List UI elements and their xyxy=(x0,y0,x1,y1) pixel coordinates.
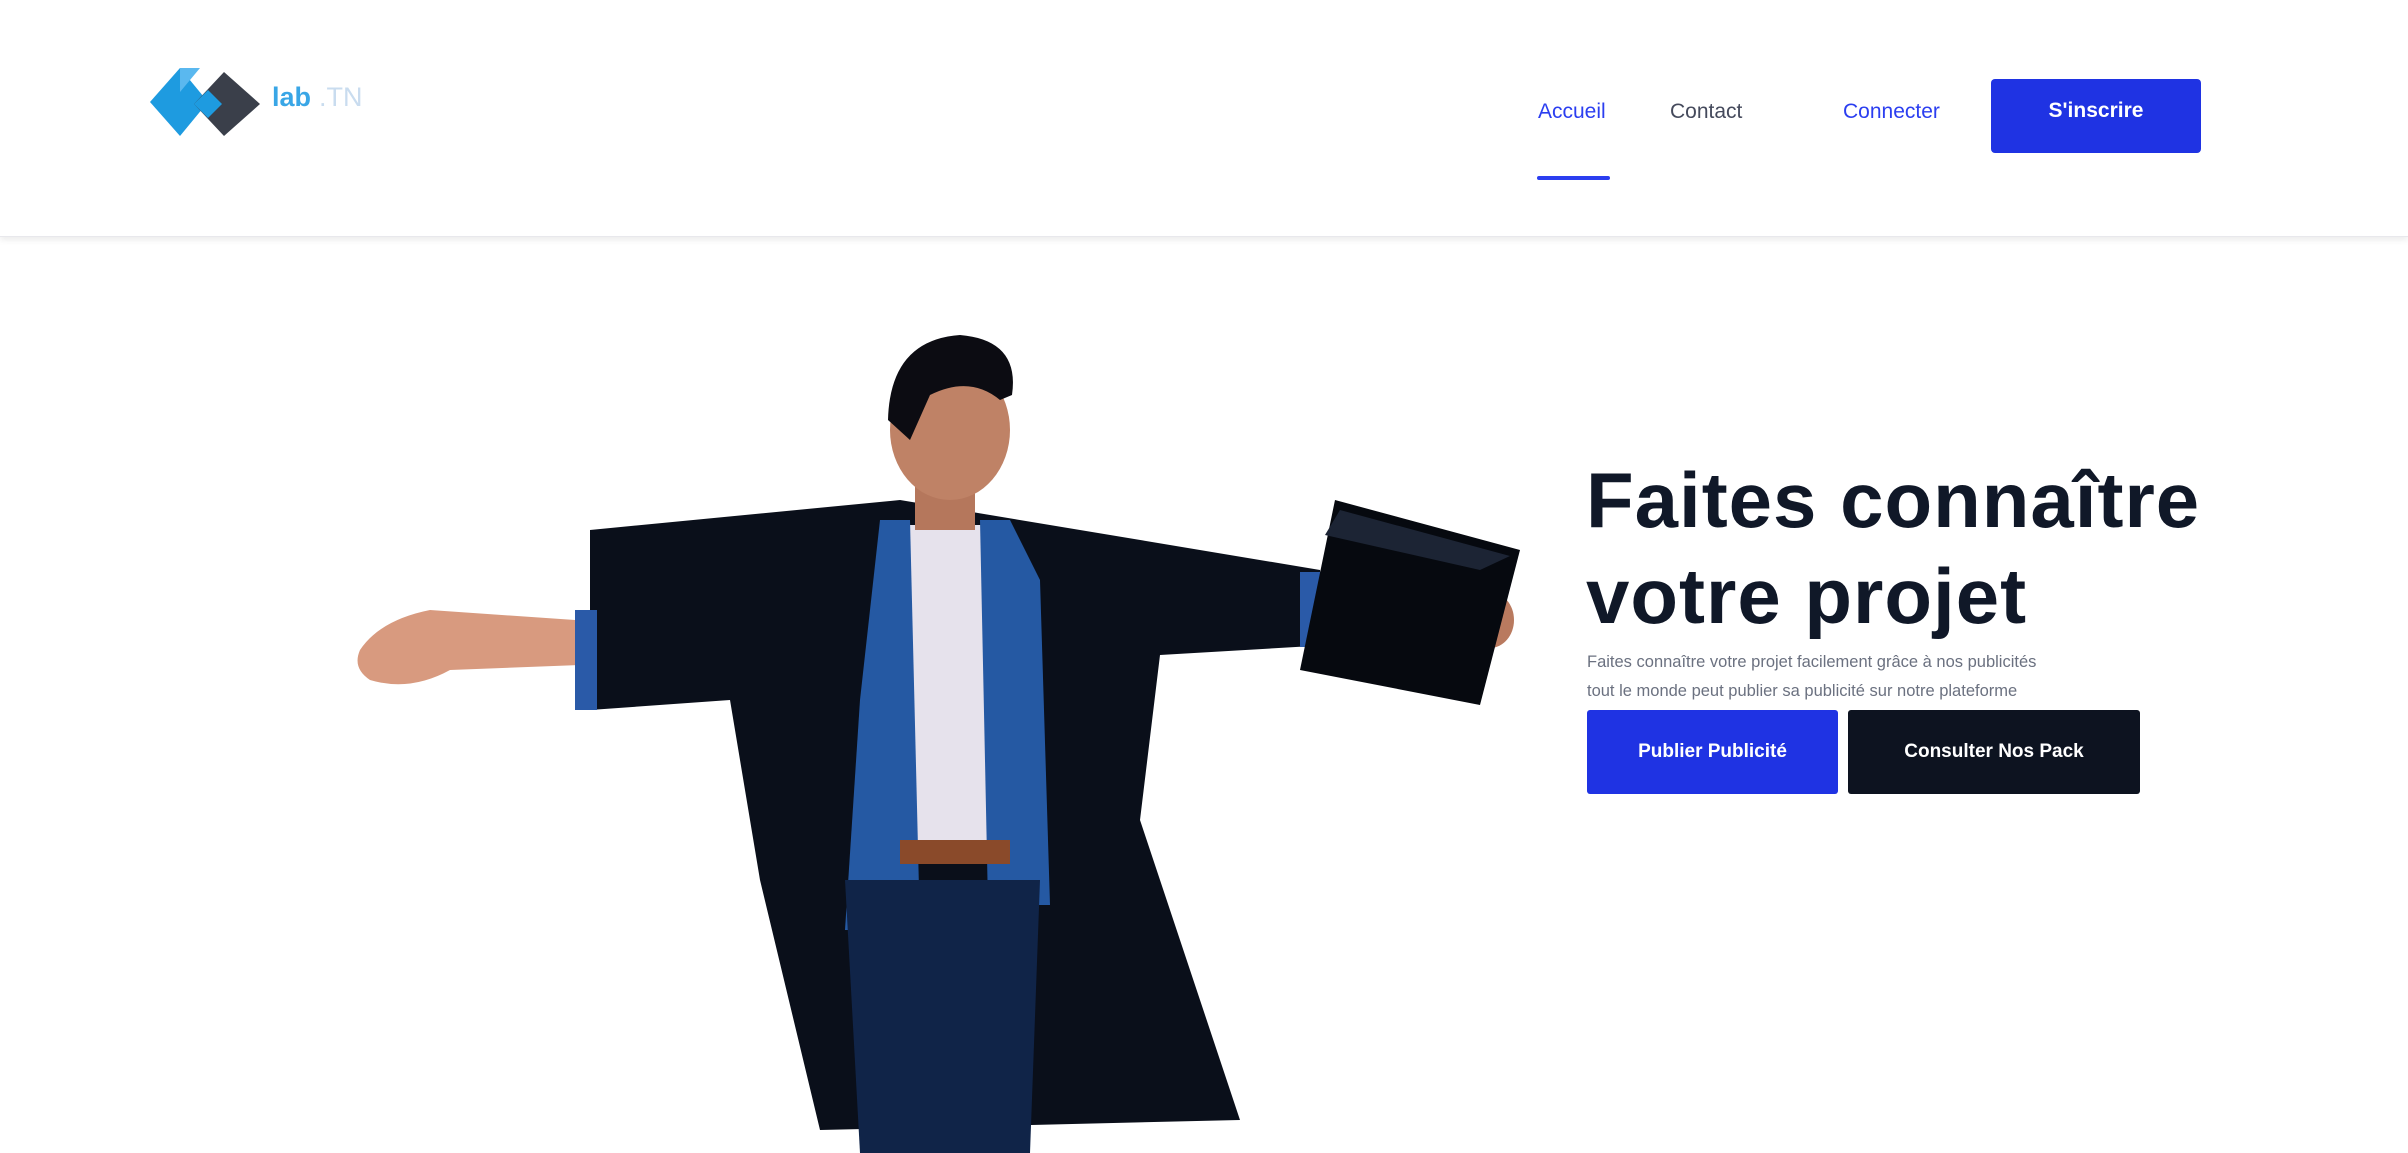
hero-title: Faites connaître votre projet xyxy=(1586,452,2200,644)
nav-connecter[interactable]: Connecter xyxy=(1843,100,1940,124)
hero-description: Faites connaître votre projet facilement… xyxy=(1587,648,2227,706)
nav-active-indicator xyxy=(1537,176,1610,180)
logo-mark-icon xyxy=(150,68,260,136)
nav-accueil[interactable]: Accueil xyxy=(1538,100,1606,124)
nav-contact[interactable]: Contact xyxy=(1670,100,1742,124)
logo-text: lab .TN xyxy=(272,82,363,113)
hero-description-line2: tout le monde peut publier sa publicité … xyxy=(1587,682,2018,700)
logo-text-suffix: .TN xyxy=(319,82,363,112)
publish-ad-button[interactable]: Publier Publicité xyxy=(1587,710,1838,794)
logo-text-main: lab xyxy=(272,82,312,112)
hero-description-line1: Faites connaître votre projet facilement… xyxy=(1587,653,2037,671)
signup-button[interactable]: S'inscrire xyxy=(1991,79,2201,153)
site-header: lab .TN Accueil Contact Connecter S'inscr… xyxy=(0,0,2408,237)
view-packs-button[interactable]: Consulter Nos Pack xyxy=(1848,710,2140,794)
hero-title-line2: votre projet xyxy=(1586,552,2028,640)
hero-title-line1: Faites connaître xyxy=(1586,456,2201,544)
graduate-student-illustration xyxy=(357,335,1520,1153)
site-logo[interactable]: lab .TN xyxy=(150,60,390,144)
